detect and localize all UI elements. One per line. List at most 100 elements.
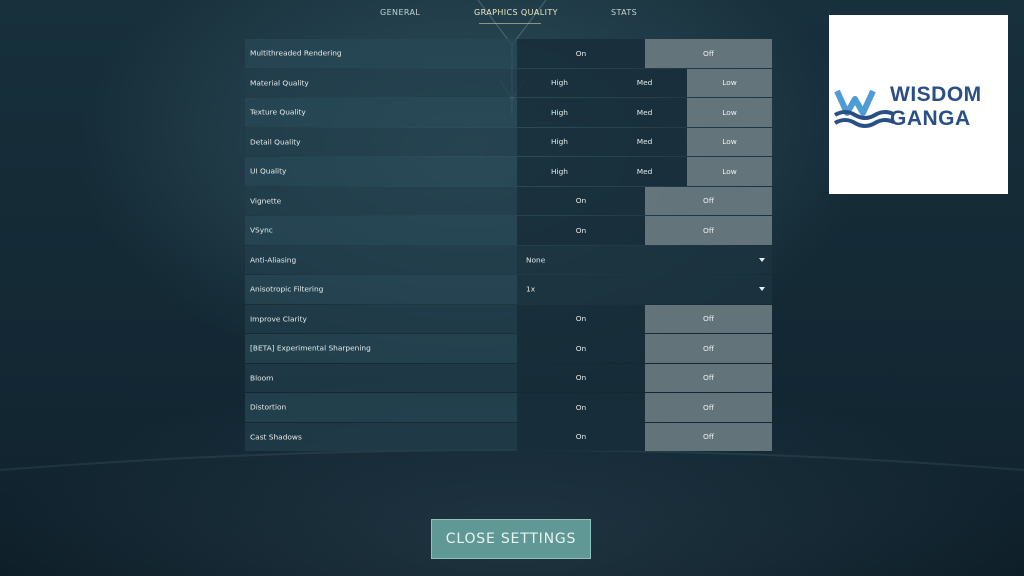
setting-dropdown[interactable]: None (517, 245, 772, 274)
settings-row: Multithreaded Rendering On Off (245, 39, 772, 69)
setting-label-cell: Bloom (245, 363, 517, 392)
setting-options: High Med Low (517, 68, 772, 97)
setting-options: High Med Low (517, 127, 772, 156)
option-high[interactable]: High (517, 68, 602, 97)
option-on[interactable]: On (517, 334, 645, 363)
setting-options: 1x (517, 275, 772, 304)
option-on[interactable]: On (517, 216, 645, 245)
settings-row: [BETA] Experimental Sharpening On Off (245, 334, 772, 364)
setting-options: On Off (517, 334, 772, 363)
setting-dropdown[interactable]: 1x (517, 275, 772, 304)
setting-label-cell: UI Quality (245, 157, 517, 186)
setting-label-cell: Cast Shadows (245, 422, 517, 451)
settings-row: Bloom On Off (245, 363, 772, 394)
close-settings-button[interactable]: CLOSE SETTINGS (431, 519, 591, 559)
setting-label-cell: Improve Clarity (245, 304, 517, 333)
active-tab-indicator (479, 23, 541, 24)
option-off[interactable]: Off (645, 304, 772, 333)
setting-label: Anisotropic Filtering (250, 284, 324, 294)
setting-label-cell: Material Quality (245, 68, 517, 97)
setting-label-cell: Detail Quality (245, 127, 517, 156)
option-off[interactable]: Off (645, 363, 772, 392)
setting-label: [BETA] Experimental Sharpening (250, 343, 371, 353)
option-low[interactable]: Low (687, 98, 772, 127)
option-high[interactable]: High (517, 98, 602, 127)
setting-options: None (517, 245, 772, 274)
option-off[interactable]: Off (645, 393, 772, 422)
logo-wordmark-line1: WISDOM (890, 83, 982, 106)
setting-label-cell: Anisotropic Filtering (245, 275, 517, 304)
settings-row: Vignette On Off (245, 186, 772, 217)
option-med[interactable]: Med (602, 68, 687, 97)
chevron-down-icon (759, 287, 765, 291)
option-off[interactable]: Off (645, 422, 772, 451)
dropdown-value: 1x (526, 284, 536, 294)
setting-options: On Off (517, 216, 772, 245)
setting-label: VSync (250, 225, 273, 235)
option-on[interactable]: On (517, 39, 645, 68)
setting-label: Vignette (250, 196, 282, 206)
settings-row: Improve Clarity On Off (245, 304, 772, 335)
setting-options: On Off (517, 393, 772, 422)
option-off[interactable]: Off (645, 334, 772, 363)
setting-label-cell: Texture Quality (245, 98, 517, 127)
setting-label-cell: Multithreaded Rendering (245, 39, 517, 68)
option-med[interactable]: Med (602, 157, 687, 186)
setting-label: Cast Shadows (250, 432, 302, 442)
setting-options: On Off (517, 363, 772, 392)
dropdown-value: None (526, 255, 546, 265)
setting-label-cell: Distortion (245, 393, 517, 422)
settings-row: VSync On Off (245, 216, 772, 246)
settings-row: Distortion On Off (245, 393, 772, 423)
setting-label: Distortion (250, 402, 287, 412)
setting-label: Material Quality (250, 78, 309, 88)
option-on[interactable]: On (517, 422, 645, 451)
settings-row: Cast Shadows On Off (245, 422, 772, 453)
setting-label-cell: [BETA] Experimental Sharpening (245, 334, 517, 363)
setting-options: High Med Low (517, 98, 772, 127)
option-on[interactable]: On (517, 304, 645, 333)
option-off[interactable]: Off (645, 186, 772, 215)
logo-wordmark-line2: GANGA (890, 107, 971, 130)
option-low[interactable]: Low (687, 157, 772, 186)
option-low[interactable]: Low (687, 127, 772, 156)
wave-w-logo-icon (833, 89, 893, 128)
setting-options: On Off (517, 422, 772, 451)
setting-label: Texture Quality (250, 107, 306, 117)
option-on[interactable]: On (517, 186, 645, 215)
option-med[interactable]: Med (602, 98, 687, 127)
wisdom-ganga-logo: WISDOM GANGA (829, 15, 1008, 194)
tab-stats[interactable]: STATS (611, 8, 637, 17)
chevron-down-icon (759, 257, 765, 262)
tab-general[interactable]: GENERAL (380, 8, 420, 17)
option-off[interactable]: Off (645, 216, 772, 245)
option-on[interactable]: On (517, 393, 645, 422)
settings-row: Material Quality High Med Low (245, 68, 772, 99)
setting-options: On Off (517, 186, 772, 215)
settings-row: Detail Quality High Med Low (245, 127, 772, 158)
settings-tabs: GENERAL GRAPHICS QUALITY STATS (345, 8, 675, 26)
option-on[interactable]: On (517, 363, 645, 392)
settings-row: Anti-Aliasing None (245, 245, 772, 276)
option-low[interactable]: Low (687, 68, 772, 97)
setting-options: On Off (517, 304, 772, 333)
setting-label-cell: Vignette (245, 186, 517, 215)
setting-label: Multithreaded Rendering (250, 48, 342, 58)
option-high[interactable]: High (517, 127, 602, 156)
setting-label: Improve Clarity (250, 314, 307, 324)
settings-row: Texture Quality High Med Low (245, 98, 772, 128)
setting-options: High Med Low (517, 157, 772, 186)
settings-row: UI Quality High Med Low (245, 157, 772, 187)
setting-label: Detail Quality (250, 137, 301, 147)
setting-label-cell: Anti-Aliasing (245, 245, 517, 274)
setting-label: Bloom (250, 373, 274, 383)
option-high[interactable]: High (517, 157, 602, 186)
setting-label: UI Quality (250, 166, 287, 176)
option-off[interactable]: Off (645, 39, 772, 68)
settings-row: Anisotropic Filtering 1x (245, 275, 772, 305)
option-med[interactable]: Med (602, 127, 687, 156)
graphics-settings-table: Multithreaded Rendering On Off Material Qua… (245, 39, 772, 452)
setting-label: Anti-Aliasing (250, 255, 297, 265)
setting-options: On Off (517, 39, 772, 68)
tab-graphics-quality[interactable]: GRAPHICS QUALITY (474, 8, 558, 17)
